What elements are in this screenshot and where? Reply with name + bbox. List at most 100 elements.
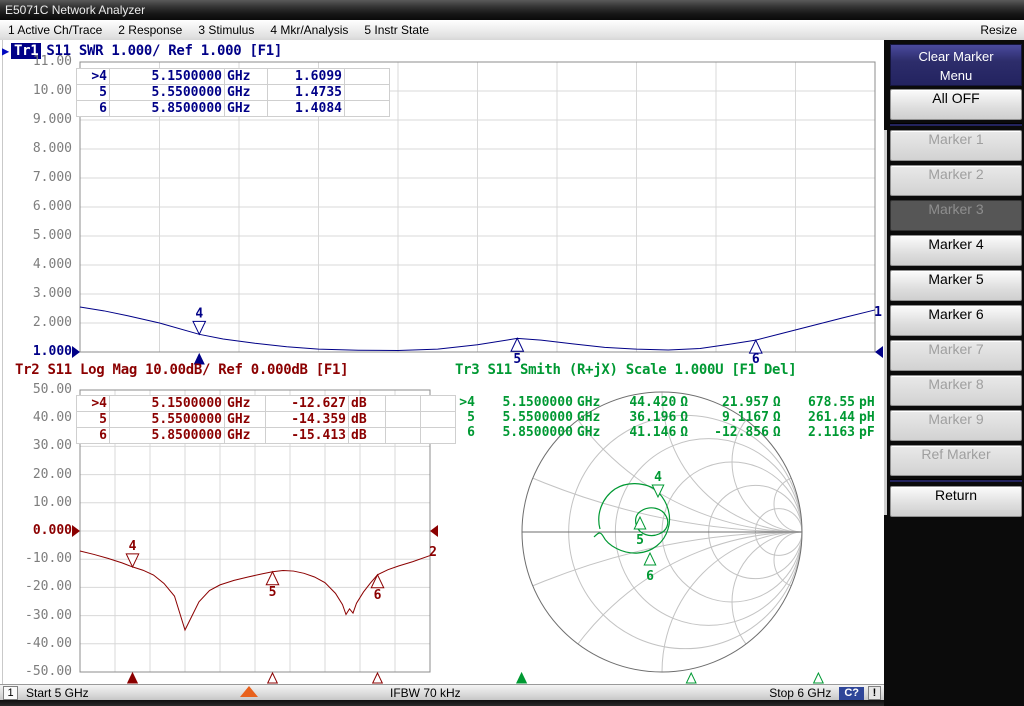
menu-item-4[interactable]: 4 Mkr/Analysis [262,23,356,37]
tr2-trace-number: 2 [429,545,437,560]
softkey-return[interactable]: Return [890,486,1022,517]
softkey-marker-6[interactable]: Marker 6 [890,305,1022,336]
marker-frequency-unit: GHz [225,412,266,428]
tr2-stimulus-marker-6-icon [373,673,383,683]
marker-id: >4 [77,69,110,85]
y-axis-tick: 6.000 [4,199,72,214]
softkey-marker-8: Marker 8 [890,375,1022,406]
marker-frequency-unit: GHz [225,428,266,444]
marker-id: 5 [77,85,110,101]
y-axis-tick: 30.00 [4,438,72,453]
tr2-header[interactable]: Tr2 S11 Log Mag 10.00dB/ Ref 0.000dB [F1… [15,362,348,378]
tr3-marker-5-number: 5 [636,533,644,548]
marker-value: -15.413 [266,428,349,444]
marker-equivalent-unit: pH [857,395,884,410]
title-bar[interactable]: E5071C Network Analyzer [0,0,1024,20]
y-axis-tick: -10.00 [4,551,72,566]
empty-cell [345,101,390,117]
tr3-marker-4-number: 4 [654,470,662,485]
marker-readout-row: 65.8500000GHz-15.413dB [77,428,456,444]
e5071c-window: E5071C Network Analyzer 1 Active Ch/Trac… [0,0,1024,706]
tr1-marker-4-number: 4 [195,306,203,321]
y-axis-tick: 9.000 [4,112,72,127]
softkey-scroll-strip[interactable] [884,130,887,515]
marker-value-unit: dB [349,412,386,428]
marker-id: 5 [450,410,477,425]
softkey-marker-4[interactable]: Marker 4 [890,235,1022,266]
marker-readout-row: 55.5500000GHz36.196Ω9.1167Ω261.44pH [450,410,884,425]
tr2-label: Tr2 [15,362,39,378]
y-axis-tick: -30.00 [4,608,72,623]
marker-value: 1.4735 [268,85,345,101]
smith-grid-arc [522,40,884,532]
y-axis-tick: 20.00 [4,467,72,482]
marker-readout-row: >45.1500000GHz1.6099 [77,69,390,85]
softkey-marker-9: Marker 9 [890,410,1022,441]
ifbw-readout: IFBW 70 kHz [390,686,461,700]
softkey-marker-7: Marker 7 [890,340,1022,371]
menu-bar: 1 Active Ch/Trace2 Response3 Stimulus4 M… [0,20,1024,41]
marker-readout-row: >45.1500000GHz-12.627dB [77,396,456,412]
tr3-header[interactable]: Tr3 S11 Smith (R+jX) Scale 1.000U [F1 De… [455,362,796,378]
y-axis-tick: -50.00 [4,664,72,679]
channel-number-box: 1 [3,686,18,700]
marker-id: 6 [77,101,110,117]
tr1-header-text: S11 SWR 1.000/ Ref 1.000 [F1] [46,43,282,59]
marker-readout-row: 65.8500000GHz1.4084 [77,101,390,117]
marker-readout-table: >45.1500000GHz-12.627dB55.5500000GHz-14.… [76,395,456,444]
tr2-marker-6-icon [371,575,383,588]
marker-frequency: 5.8500000 [477,425,575,440]
softkey-marker-1: Marker 1 [890,130,1022,161]
marker-frequency: 5.1500000 [110,396,225,412]
tr2-ref-pointer-right [430,525,438,537]
alert-badge: ! [868,686,881,700]
empty-cell [345,69,390,85]
marker-resistance-unit: Ω [678,425,697,440]
marker-readout-row: 65.8500000GHz41.146Ω-12.856Ω2.1163pF [450,425,884,440]
marker-resistance-unit: Ω [678,395,697,410]
marker-value-unit: dB [349,428,386,444]
marker-frequency-unit: GHz [575,425,611,440]
marker-resistance: 41.146 [611,425,678,440]
resize-control[interactable]: Resize [973,23,1024,37]
y-axis-tick: 0.000 [4,523,72,538]
marker-equivalent-value: 261.44 [790,410,857,425]
marker-frequency: 5.1500000 [110,69,225,85]
menu-item-3[interactable]: 3 Stimulus [190,23,262,37]
tr1-trace-number: 1 [874,305,882,320]
tr2-marker-5-number: 5 [269,585,277,600]
marker-frequency: 5.1500000 [477,395,575,410]
marker-frequency-unit: GHz [225,85,268,101]
y-axis-tick: 11.00 [4,54,72,69]
softkey-separator [890,123,1022,126]
marker-frequency-unit: GHz [575,395,611,410]
marker-readout-row: 55.5500000GHz1.4735 [77,85,390,101]
marker-equivalent-unit: pF [857,425,884,440]
menu-item-2[interactable]: 2 Response [110,23,190,37]
marker-id: 5 [77,412,110,428]
marker-id: >4 [450,395,477,410]
menu-item-1[interactable]: 1 Active Ch/Trace [0,23,110,37]
y-axis-tick: 7.000 [4,170,72,185]
softkey-marker-3[interactable]: Marker 3 [890,200,1022,231]
tr2-header-text: S11 Log Mag 10.00dB/ Ref 0.000dB [F1] [48,362,349,378]
correction-badge: C? [839,687,864,700]
softkey-separator [890,479,1022,482]
y-axis-tick: 8.000 [4,141,72,156]
y-axis-tick: 3.000 [4,286,72,301]
y-axis-tick: 10.00 [4,83,72,98]
tr2-marker-6-number: 6 [374,588,382,603]
tr1-marker-5-icon [511,338,523,351]
menu-item-5[interactable]: 5 Instr State [356,23,437,37]
marker-reactance: 21.957 [697,395,771,410]
marker-frequency: 5.5500000 [110,412,225,428]
marker-id: >4 [77,396,110,412]
tr2-marker-4-number: 4 [129,539,137,554]
softkey-all-off[interactable]: All OFF [890,89,1022,120]
softkey-marker-5[interactable]: Marker 5 [890,270,1022,301]
softkey-marker-2: Marker 2 [890,165,1022,196]
marker-value-unit: dB [349,396,386,412]
marker-value: 1.6099 [268,69,345,85]
marker-readout-row: >45.1500000GHz44.420Ω21.957Ω678.55pH [450,395,884,410]
tr3-stimulus-marker-5-icon [686,673,696,683]
